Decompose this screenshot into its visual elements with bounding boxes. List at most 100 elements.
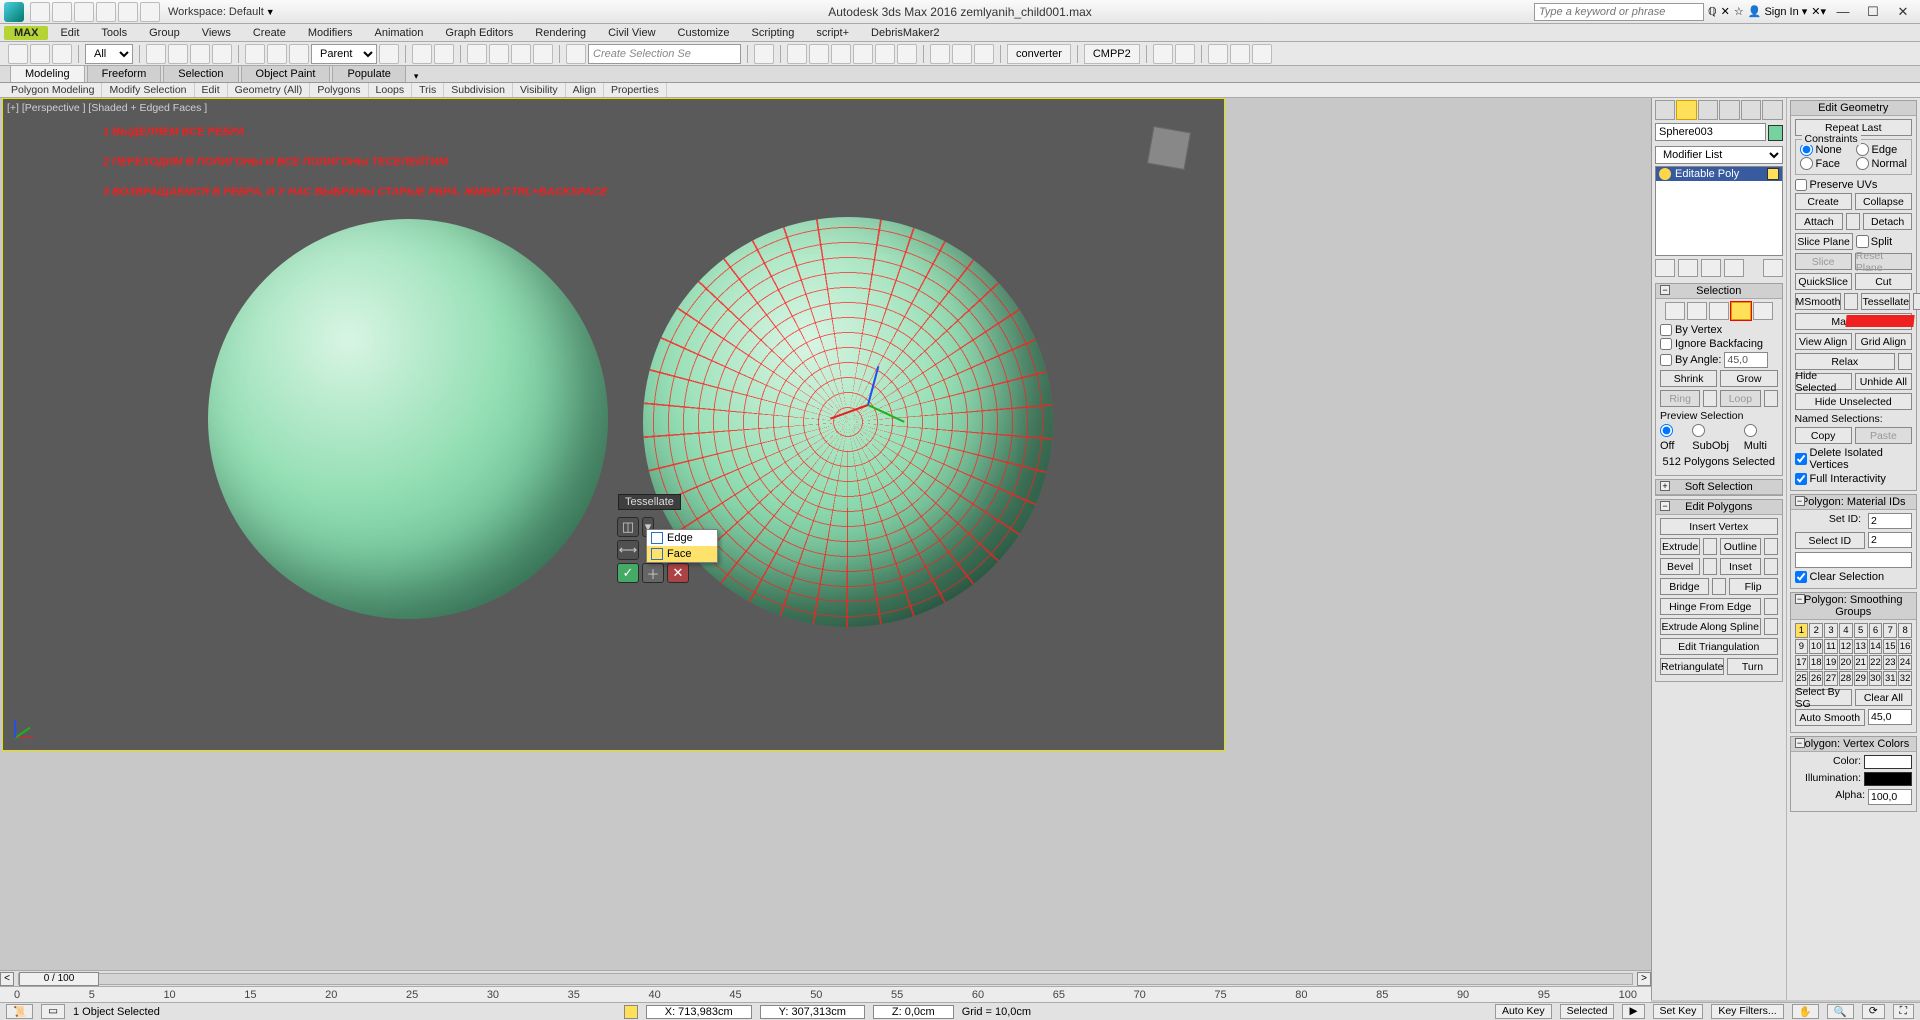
illumination-swatch[interactable] xyxy=(1864,772,1912,786)
by-angle-spinner[interactable] xyxy=(1724,352,1768,368)
full-interactivity-checkbox[interactable] xyxy=(1795,473,1807,485)
transform-gizmo[interactable] xyxy=(823,359,913,449)
sg-button[interactable]: 4 xyxy=(1839,623,1853,638)
ribbon-tab-modeling[interactable]: Modeling xyxy=(10,65,85,82)
sg-button[interactable]: 14 xyxy=(1869,639,1883,654)
ribbon-panel-modify-sel[interactable]: Modify Selection xyxy=(102,83,194,97)
object-name-input[interactable] xyxy=(1655,123,1766,141)
select-id-button[interactable]: Select ID xyxy=(1795,532,1866,549)
preview-subobj-radio[interactable]: SubObj xyxy=(1692,424,1737,452)
caddy-option-1-icon[interactable]: ◫ xyxy=(617,517,639,537)
sg-button[interactable]: 11 xyxy=(1824,639,1838,654)
create-tab-icon[interactable] xyxy=(1655,100,1675,120)
ribbon-minimize-icon[interactable]: ▾ xyxy=(414,71,419,82)
ribbon-tab-selection[interactable]: Selection xyxy=(163,65,238,82)
schematic-view-icon[interactable] xyxy=(875,44,895,64)
extra-tool-2-icon[interactable] xyxy=(1175,44,1195,64)
subobj-vertex-icon[interactable] xyxy=(1665,302,1685,320)
mirror-icon[interactable] xyxy=(754,44,774,64)
transform-lock-icon[interactable] xyxy=(624,1005,638,1019)
ribbon-panel-align[interactable]: Align xyxy=(566,83,604,97)
copy-named-sel-button[interactable]: Copy xyxy=(1795,427,1852,444)
menu-debrismaker[interactable]: DebrisMaker2 xyxy=(861,26,949,40)
cmpp2-button[interactable]: CMPP2 xyxy=(1084,44,1140,64)
sg-button[interactable]: 7 xyxy=(1883,623,1897,638)
caddy-cancel-icon[interactable]: ✕ xyxy=(667,563,689,583)
select-by-name-icon[interactable] xyxy=(168,44,188,64)
select-id-spinner[interactable] xyxy=(1868,532,1912,548)
sg-button[interactable]: 15 xyxy=(1883,639,1897,654)
extrude-spline-button[interactable]: Extrude Along Spline xyxy=(1660,618,1761,635)
save-icon[interactable] xyxy=(74,2,94,22)
sg-button[interactable]: 12 xyxy=(1839,639,1853,654)
sg-button[interactable]: 28 xyxy=(1839,671,1853,686)
ribbon-panel-tris[interactable]: Tris xyxy=(412,83,444,97)
object-color-swatch[interactable] xyxy=(1768,125,1782,141)
extrude-spline-settings-icon[interactable] xyxy=(1764,618,1778,635)
relax-settings-icon[interactable] xyxy=(1898,353,1912,370)
selected-filter-button[interactable]: Selected xyxy=(1560,1004,1615,1019)
hide-unselected-button[interactable]: Hide Unselected xyxy=(1795,393,1913,410)
sg-button[interactable]: 18 xyxy=(1809,655,1823,670)
delete-isolated-checkbox[interactable] xyxy=(1795,453,1807,465)
rotate-icon[interactable] xyxy=(267,44,287,64)
undo-icon[interactable] xyxy=(96,2,116,22)
viewport-label[interactable]: [+] [Perspective ] [Shaded + Edged Faces… xyxy=(7,102,207,114)
select-object-icon[interactable] xyxy=(146,44,166,64)
remove-modifier-icon[interactable] xyxy=(1724,259,1744,277)
menu-modifiers[interactable]: Modifiers xyxy=(298,26,363,40)
msmooth-settings-icon[interactable] xyxy=(1844,293,1858,310)
snap-toggle-icon[interactable] xyxy=(467,44,487,64)
by-vertex-checkbox[interactable] xyxy=(1660,324,1672,336)
new-icon[interactable] xyxy=(30,2,50,22)
coord-y[interactable]: Y: 307,313cm xyxy=(760,1005,865,1019)
sign-in-button[interactable]: 👤 Sign In ▾ xyxy=(1748,5,1807,18)
ribbon-panel-poly-modeling[interactable]: Polygon Modeling xyxy=(4,83,102,97)
relax-button[interactable]: Relax xyxy=(1795,353,1896,370)
extra-tool-1-icon[interactable] xyxy=(1153,44,1173,64)
insert-vertex-button[interactable]: Insert Vertex xyxy=(1660,518,1778,535)
menu-graph-editors[interactable]: Graph Editors xyxy=(435,26,523,40)
scale-icon[interactable] xyxy=(289,44,309,64)
msmooth-button[interactable]: MSmooth xyxy=(1795,293,1842,310)
sg-button[interactable]: 32 xyxy=(1898,671,1912,686)
hierarchy-tab-icon[interactable] xyxy=(1698,100,1718,120)
infocenter-icon[interactable]: ℚ xyxy=(1708,5,1717,18)
coord-z[interactable]: Z: 0,0cm xyxy=(873,1005,954,1019)
maxscript-mini-icon[interactable]: 📜 xyxy=(6,1004,33,1019)
exchange-icon[interactable]: ✕ xyxy=(1721,5,1730,18)
constraint-edge-radio[interactable]: Edge xyxy=(1856,143,1907,156)
close-button[interactable]: ✕ xyxy=(1890,3,1916,21)
minimize-button[interactable]: — xyxy=(1830,3,1856,21)
material-name-dropdown[interactable] xyxy=(1795,552,1913,568)
inset-button[interactable]: Inset xyxy=(1720,558,1760,575)
time-slider-thumb[interactable]: 0 / 100 xyxy=(19,972,99,986)
constraint-face-radio[interactable]: Face xyxy=(1800,157,1850,170)
play-icon[interactable]: ▶ xyxy=(1622,1004,1644,1019)
bridge-button[interactable]: Bridge xyxy=(1660,578,1709,595)
constraint-normal-radio[interactable]: Normal xyxy=(1856,157,1907,170)
modifier-toggle-icon[interactable] xyxy=(1659,168,1671,180)
menu-civil-view[interactable]: Civil View xyxy=(598,26,665,40)
sg-button[interactable]: 16 xyxy=(1898,639,1912,654)
favorite-icon[interactable]: ☆ xyxy=(1734,5,1744,18)
attach-list-icon[interactable] xyxy=(1846,213,1860,230)
rollout-toggle-icon[interactable]: + xyxy=(1660,481,1670,491)
hinge-button[interactable]: Hinge From Edge xyxy=(1660,598,1761,615)
extra-tool-4-icon[interactable] xyxy=(1230,44,1250,64)
menu-script-plus[interactable]: script+ xyxy=(806,26,859,40)
extra-tool-5-icon[interactable] xyxy=(1252,44,1272,64)
quickslice-button[interactable]: QuickSlice xyxy=(1795,273,1852,290)
menu-customize[interactable]: Customize xyxy=(668,26,740,40)
help-icon[interactable]: ✕▾ xyxy=(1811,5,1826,18)
bevel-settings-icon[interactable] xyxy=(1703,558,1717,575)
ribbon-panel-visibility[interactable]: Visibility xyxy=(513,83,566,97)
sg-button[interactable]: 20 xyxy=(1839,655,1853,670)
keyboard-shortcut-icon[interactable] xyxy=(434,44,454,64)
clear-selection-checkbox[interactable] xyxy=(1795,571,1807,583)
extra-tool-3-icon[interactable] xyxy=(1208,44,1228,64)
edit-triangulation-button[interactable]: Edit Triangulation xyxy=(1660,638,1778,655)
hinge-settings-icon[interactable] xyxy=(1764,598,1778,615)
by-angle-checkbox[interactable] xyxy=(1660,354,1672,366)
ribbon-tab-freeform[interactable]: Freeform xyxy=(87,65,162,82)
